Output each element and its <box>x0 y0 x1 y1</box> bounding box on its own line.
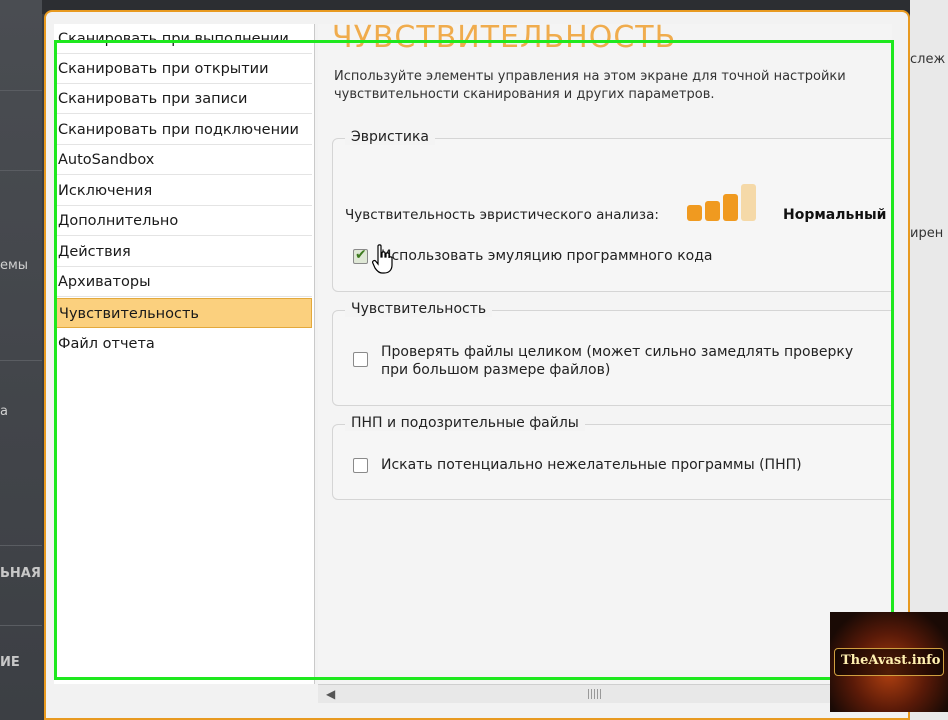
category-label: Исключения <box>58 183 153 199</box>
background-sidebar-label: ЬНАЯ <box>0 566 41 581</box>
pup-group: ПНП и подозрительные файлы Искать потенц… <box>332 415 892 500</box>
background-right-label: ирен <box>910 226 944 241</box>
category-label: Действия <box>58 244 131 260</box>
category-item-scan-on-open[interactable]: Сканировать при открытии <box>54 54 312 84</box>
emulation-checkbox-label[interactable]: Использовать эмуляцию программного кода <box>381 247 881 265</box>
category-item-sensitivity[interactable]: Чувствительность <box>54 298 312 328</box>
category-item-exclusions[interactable]: Исключения <box>54 176 312 206</box>
category-item-scan-on-execute[interactable]: Сканировать при выполнении <box>54 24 312 54</box>
arrow-left-icon[interactable]: ◀ <box>326 687 335 701</box>
scrollbar-grip[interactable] <box>588 689 602 699</box>
category-item-report-file[interactable]: Файл отчета <box>54 329 312 359</box>
hand-cursor-icon <box>372 244 394 278</box>
category-item-scan-on-write[interactable]: Сканировать при записи <box>54 84 312 114</box>
pup-checkbox[interactable] <box>353 458 368 473</box>
watermark-box: TheAvast.info <box>834 648 944 676</box>
category-label: Чувствительность <box>59 306 199 322</box>
heuristic-sensitivity-label: Чувствительность эвристического анализа: <box>345 207 659 223</box>
background-sidebar-label: а <box>0 404 8 419</box>
background-right-label: слеж <box>910 52 946 67</box>
category-item-advanced[interactable]: Дополнительно <box>54 206 312 236</box>
category-label: Дополнительно <box>58 213 179 229</box>
full-scan-checkbox-label[interactable]: Проверять файлы целиком (может сильно за… <box>381 343 881 379</box>
category-item-autosandbox[interactable]: AutoSandbox <box>54 145 312 175</box>
watermark-logo: TheAvast.info <box>830 612 948 712</box>
pup-checkbox-label[interactable]: Искать потенциально нежелательные програ… <box>381 456 881 474</box>
settings-panel: ЧУВСТВИТЕЛЬНОСТЬ Используйте элементы уп… <box>318 24 892 684</box>
category-label: Сканировать при выполнении <box>58 31 289 47</box>
page-description: Используйте элементы управления на этом … <box>334 69 846 102</box>
page-title: ЧУВСТВИТЕЛЬНОСТЬ <box>332 24 677 55</box>
full-scan-checkbox[interactable] <box>353 352 368 367</box>
sensitivity-bar-2[interactable] <box>705 201 720 221</box>
sensitivity-bar-4[interactable] <box>741 184 756 221</box>
category-item-actions[interactable]: Действия <box>54 237 312 267</box>
checkmark-icon: ✔ <box>355 247 367 263</box>
background-sidebar: емы а ЬНАЯ ИЕ <box>0 0 42 720</box>
category-label: AutoSandbox <box>58 152 155 168</box>
category-label: Сканировать при записи <box>58 91 248 107</box>
sensitivity-bar-3[interactable] <box>723 194 738 221</box>
category-item-archivers[interactable]: Архиваторы <box>54 267 312 297</box>
category-list: Сканировать при выполнении Сканировать п… <box>54 24 315 684</box>
category-label: Архиваторы <box>58 274 151 290</box>
file-sensitivity-group: Чувствительность Проверять файлы целиком… <box>332 301 892 406</box>
sensitivity-level-meter[interactable] <box>687 183 767 221</box>
group-title: ПНП и подозрительные файлы <box>345 415 585 431</box>
sensitivity-bar-1[interactable] <box>687 205 702 221</box>
background-sidebar-label: емы <box>0 258 29 273</box>
sensitivity-level-text: Нормальный <box>783 207 887 223</box>
horizontal-scrollbar[interactable]: ◀ <box>318 684 892 703</box>
category-item-scan-on-mount[interactable]: Сканировать при подключении <box>54 115 312 145</box>
group-title: Чувствительность <box>345 301 493 317</box>
category-label: Файл отчета <box>58 336 155 352</box>
background-sidebar-label: ИЕ <box>0 655 20 670</box>
category-label: Сканировать при подключении <box>58 122 299 138</box>
emulation-checkbox[interactable]: ✔ <box>353 247 368 264</box>
category-label: Сканировать при открытии <box>58 61 269 77</box>
heuristics-group: Эвристика Чувствительность эвристическог… <box>332 129 892 292</box>
watermark-text: TheAvast.info <box>841 653 941 668</box>
group-title: Эвристика <box>345 129 435 145</box>
